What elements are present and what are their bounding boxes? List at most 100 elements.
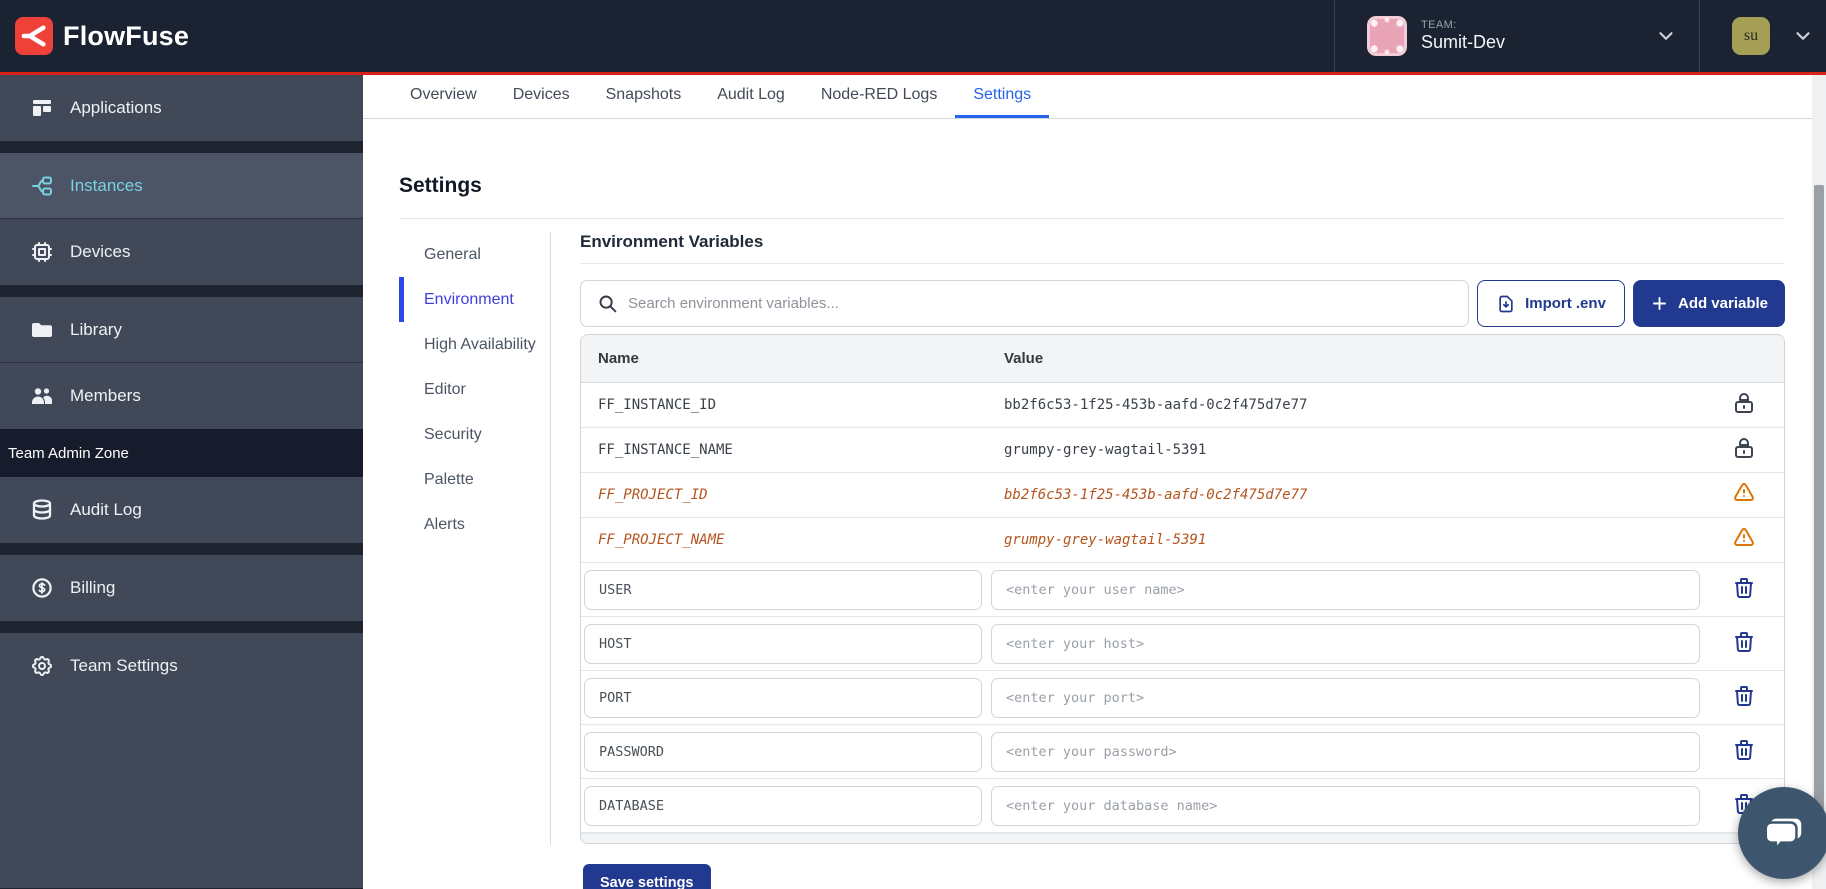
env-editable-row <box>581 725 1784 779</box>
sidebar-item-label: Audit Log <box>70 500 142 520</box>
sidebar-filler <box>0 699 363 888</box>
env-name-input[interactable] <box>584 732 982 772</box>
title-divider <box>399 218 1785 219</box>
tab-settings[interactable]: Settings <box>955 75 1049 118</box>
sidebar-group: Applications <box>0 75 363 141</box>
env-name: FF_PROJECT_ID <box>581 487 991 503</box>
top-header: FlowFuse TEAM: Sumit-Dev su <box>0 0 1826 72</box>
env-value-input[interactable] <box>991 624 1700 664</box>
env-value: grumpy-grey-wagtail-5391 <box>991 442 1704 458</box>
tab-devices[interactable]: Devices <box>495 75 588 118</box>
flowfuse-app: FlowFuse TEAM: Sumit-Dev su <box>0 0 1826 889</box>
sidebar-item-label: Billing <box>70 578 115 598</box>
document-download-icon <box>1496 294 1516 314</box>
section-heading: Environment Variables <box>580 232 1785 252</box>
subnav-item-environment[interactable]: Environment <box>399 277 549 322</box>
trash-icon <box>1732 738 1756 765</box>
sidebar-item-team-settings[interactable]: Team Settings <box>0 633 363 699</box>
settings-subnav: GeneralEnvironmentHigh AvailabilityEdito… <box>399 232 549 547</box>
chat-widget-button[interactable] <box>1738 787 1826 879</box>
delete-variable-button[interactable] <box>1730 574 1758 605</box>
lock-icon <box>1732 391 1756 419</box>
env-value-input[interactable] <box>991 732 1700 772</box>
chevron-down-icon <box>1655 25 1677 47</box>
warning-icon <box>1732 481 1756 509</box>
billing-icon <box>30 576 54 600</box>
env-readonly-row: FF_PROJECT_NAMEgrumpy-grey-wagtail-5391 <box>581 518 1784 563</box>
brand[interactable]: FlowFuse <box>0 17 189 55</box>
search-input[interactable] <box>628 281 1468 326</box>
user-avatar: su <box>1732 17 1770 55</box>
subnav-item-general[interactable]: General <box>399 232 549 277</box>
team-selector[interactable]: TEAM: Sumit-Dev <box>1335 0 1699 72</box>
env-value: bb2f6c53-1f25-453b-aafd-0c2f475d7e77 <box>991 487 1704 503</box>
sidebar-group-gap <box>0 621 363 633</box>
env-value-input[interactable] <box>991 570 1700 610</box>
trash-icon <box>1732 630 1756 657</box>
audit-log-icon <box>30 498 54 522</box>
user-menu[interactable]: su <box>1700 17 1826 55</box>
sidebar-item-label: Devices <box>70 242 130 262</box>
page-scrollbar[interactable] <box>1812 75 1826 889</box>
env-editable-row <box>581 563 1784 617</box>
page-title: Settings <box>399 174 482 198</box>
import-env-label: Import .env <box>1525 295 1606 312</box>
delete-variable-button[interactable] <box>1730 628 1758 659</box>
save-settings-button[interactable]: Save settings <box>583 864 711 889</box>
add-variable-label: Add variable <box>1678 295 1768 312</box>
plus-icon <box>1650 294 1669 313</box>
env-editable-row <box>581 671 1784 725</box>
subnav-item-high-availability[interactable]: High Availability <box>399 322 549 367</box>
import-env-button[interactable]: Import .env <box>1477 280 1625 327</box>
delete-variable-button[interactable] <box>1730 736 1758 767</box>
sidebar-item-devices[interactable]: Devices <box>0 219 363 285</box>
sidebar-item-label: Instances <box>70 176 143 196</box>
trash-icon <box>1732 576 1756 603</box>
sidebar-item-library[interactable]: Library <box>0 297 363 363</box>
tab-overview[interactable]: Overview <box>392 75 495 118</box>
sidebar-item-members[interactable]: Members <box>0 363 363 429</box>
team-label: TEAM: <box>1421 19 1505 31</box>
env-value-input[interactable] <box>991 786 1700 826</box>
sidebar-group: Library Members <box>0 297 363 429</box>
env-name: FF_INSTANCE_ID <box>581 397 991 413</box>
tab-audit-log[interactable]: Audit Log <box>699 75 803 118</box>
brand-name: FlowFuse <box>63 21 189 52</box>
settings-content: Environment Variables Import .env Add va… <box>580 232 1785 889</box>
subnav-item-alerts[interactable]: Alerts <box>399 502 549 547</box>
sidebar-group: Billing <box>0 555 363 621</box>
env-name-input[interactable] <box>584 624 982 664</box>
sidebar-item-audit-log[interactable]: Audit Log <box>0 477 363 543</box>
sidebar-item-applications[interactable]: Applications <box>0 75 363 141</box>
sidebar-item-instances[interactable]: Instances <box>0 153 363 219</box>
sidebar-item-billing[interactable]: Billing <box>0 555 363 621</box>
env-name-input[interactable] <box>584 570 982 610</box>
sidebar-group: Instances Devices <box>0 153 363 285</box>
heading-divider <box>580 263 1785 264</box>
sidebar: Applications Instances Devices Library Membe… <box>0 75 363 889</box>
subnav-item-palette[interactable]: Palette <box>399 457 549 502</box>
tab-snapshots[interactable]: Snapshots <box>588 75 700 118</box>
sidebar-group-gap <box>0 141 363 153</box>
subnav-item-editor[interactable]: Editor <box>399 367 549 412</box>
instance-tabbar: OverviewDevicesSnapshotsAudit LogNode-RE… <box>363 75 1812 119</box>
add-variable-button[interactable]: Add variable <box>1633 280 1785 327</box>
env-value-input[interactable] <box>991 678 1700 718</box>
warning-icon <box>1732 526 1756 554</box>
scrollbar-thumb[interactable] <box>1814 185 1824 845</box>
team-name: Sumit-Dev <box>1421 32 1505 53</box>
applications-icon <box>30 96 54 120</box>
env-name-input[interactable] <box>584 678 982 718</box>
team-admin-zone-label: Team Admin Zone <box>0 429 363 477</box>
delete-variable-button[interactable] <box>1730 682 1758 713</box>
instances-icon <box>30 174 54 198</box>
sidebar-group-gap <box>0 543 363 555</box>
env-readonly-row: FF_INSTANCE_IDbb2f6c53-1f25-453b-aafd-0c… <box>581 383 1784 428</box>
tab-node-red-logs[interactable]: Node-RED Logs <box>803 75 956 118</box>
team-settings-icon <box>30 654 54 678</box>
env-value: bb2f6c53-1f25-453b-aafd-0c2f475d7e77 <box>991 397 1704 413</box>
sidebar-group: Audit Log <box>0 477 363 543</box>
sidebar-item-label: Members <box>70 386 141 406</box>
env-name-input[interactable] <box>584 786 982 826</box>
subnav-item-security[interactable]: Security <box>399 412 549 457</box>
